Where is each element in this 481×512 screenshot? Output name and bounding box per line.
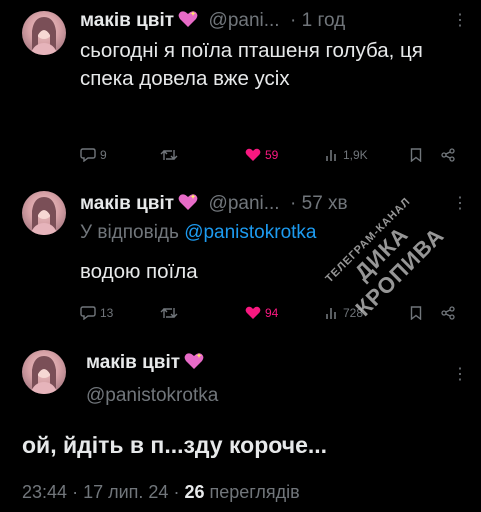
tweet-time[interactable]: · 57 хв — [290, 193, 348, 214]
bookmark-icon — [410, 148, 422, 162]
tweet-header: маків цвіт @pani... · 1 год — [80, 10, 345, 33]
reply-button[interactable]: 13 — [80, 306, 113, 320]
like-button[interactable]: 59 — [245, 148, 278, 162]
avatar-image — [30, 197, 58, 235]
like-count: 59 — [265, 148, 279, 162]
reply-count: 13 — [100, 306, 114, 320]
views-count: 26 — [184, 482, 205, 502]
main-tweet-text: ой, йдіть в п...зду короче... — [22, 432, 328, 458]
sparkling-heart-icon — [178, 10, 198, 33]
author-handle[interactable]: @panistokrotka — [86, 385, 218, 407]
sparkling-heart-icon — [184, 352, 204, 375]
reply-icon — [80, 306, 96, 320]
reply-to-handle[interactable]: @panistokrotka — [184, 222, 316, 243]
sparkling-heart-icon — [178, 193, 198, 216]
tweet-time[interactable]: · 1 год — [290, 10, 345, 31]
author-name[interactable]: маків цвіт — [80, 193, 174, 214]
retweet-button[interactable] — [160, 306, 182, 320]
avatar[interactable] — [22, 350, 66, 394]
views-button[interactable]: 1,9K — [325, 148, 368, 162]
avatar-image — [30, 17, 58, 55]
reply-button[interactable]: 9 — [80, 148, 107, 162]
views-count: 728 — [343, 306, 364, 320]
avatar-image — [30, 356, 58, 394]
views-icon — [326, 308, 336, 319]
reply-icon — [80, 148, 96, 162]
reply-count: 9 — [100, 148, 107, 162]
share-icon — [441, 148, 455, 162]
bookmark-icon — [410, 306, 422, 320]
avatar[interactable] — [22, 11, 66, 55]
reply-context: У відповідь @panistokrotka — [80, 222, 316, 244]
more-options-icon[interactable]: ⋮ — [452, 364, 468, 384]
views-button[interactable]: 728 — [325, 306, 363, 320]
tweet-date[interactable]: 17 лип. 24 — [83, 482, 168, 502]
tweet-text: водою поїла — [80, 260, 198, 283]
heart-icon — [245, 148, 261, 161]
heart-icon — [245, 306, 261, 319]
author-name[interactable]: маків цвіт — [86, 352, 180, 373]
tweet-timestamp: 23:44 · 17 лип. 24 · 26 переглядів — [22, 482, 300, 502]
more-options-icon[interactable]: ⋮ — [452, 10, 468, 30]
author-handle[interactable]: @pani... — [209, 10, 280, 31]
main-author: маків цвіт — [86, 352, 204, 375]
share-button[interactable] — [441, 306, 459, 320]
reply-prefix: У відповідь — [80, 222, 179, 243]
avatar[interactable] — [22, 191, 66, 235]
views-icon — [326, 150, 336, 161]
like-button[interactable]: 94 — [245, 306, 278, 320]
retweet-button[interactable] — [160, 148, 182, 162]
retweet-icon — [160, 150, 178, 160]
like-count: 94 — [265, 306, 279, 320]
bookmark-button[interactable] — [410, 148, 426, 162]
retweet-icon — [160, 308, 178, 318]
views-count: 1,9K — [343, 148, 368, 162]
author-handle[interactable]: @pani... — [209, 193, 280, 214]
views-label: переглядів — [209, 482, 300, 502]
share-icon — [441, 306, 455, 320]
tweet-text: сьогодні я поїла пташеня голуба, ця спек… — [80, 39, 423, 90]
tweet-time[interactable]: 23:44 — [22, 482, 67, 502]
tweet-header: маків цвіт @pani... · 57 хв — [80, 193, 348, 216]
share-button[interactable] — [441, 148, 459, 162]
more-options-icon[interactable]: ⋮ — [452, 193, 468, 213]
bookmark-button[interactable] — [410, 306, 426, 320]
author-name[interactable]: маків цвіт — [80, 10, 174, 31]
